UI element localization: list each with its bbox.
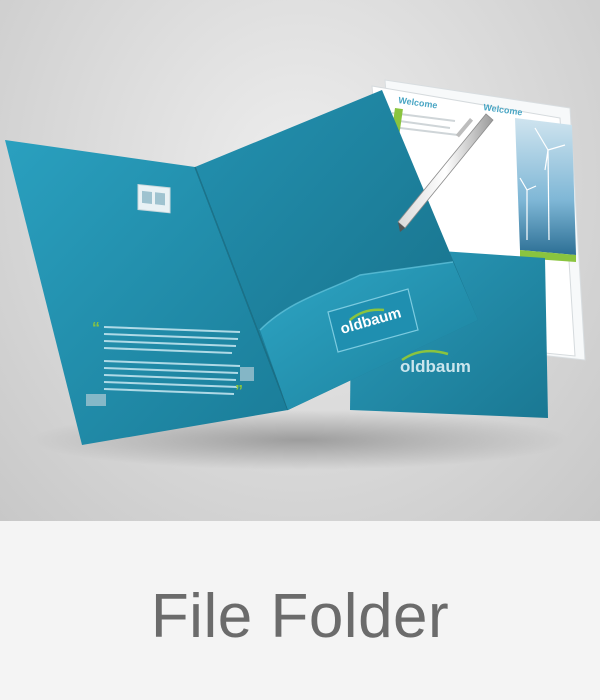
product-photo: Welcome Welcome oldbaum “ ” oldbaum: [0, 0, 600, 521]
quote-icon: “: [92, 320, 100, 337]
folder-mockup-illustration: Welcome Welcome oldbaum “ ” oldbaum: [5, 79, 586, 470]
back-cover-logo: oldbaum: [400, 357, 471, 376]
caption-area: File Folder: [0, 521, 600, 700]
product-card[interactable]: Welcome Welcome oldbaum “ ” oldbaum File…: [0, 0, 600, 700]
svg-text:”: ”: [235, 383, 243, 400]
product-caption[interactable]: File Folder: [0, 582, 600, 652]
wind-turbine-photo: [515, 118, 576, 255]
